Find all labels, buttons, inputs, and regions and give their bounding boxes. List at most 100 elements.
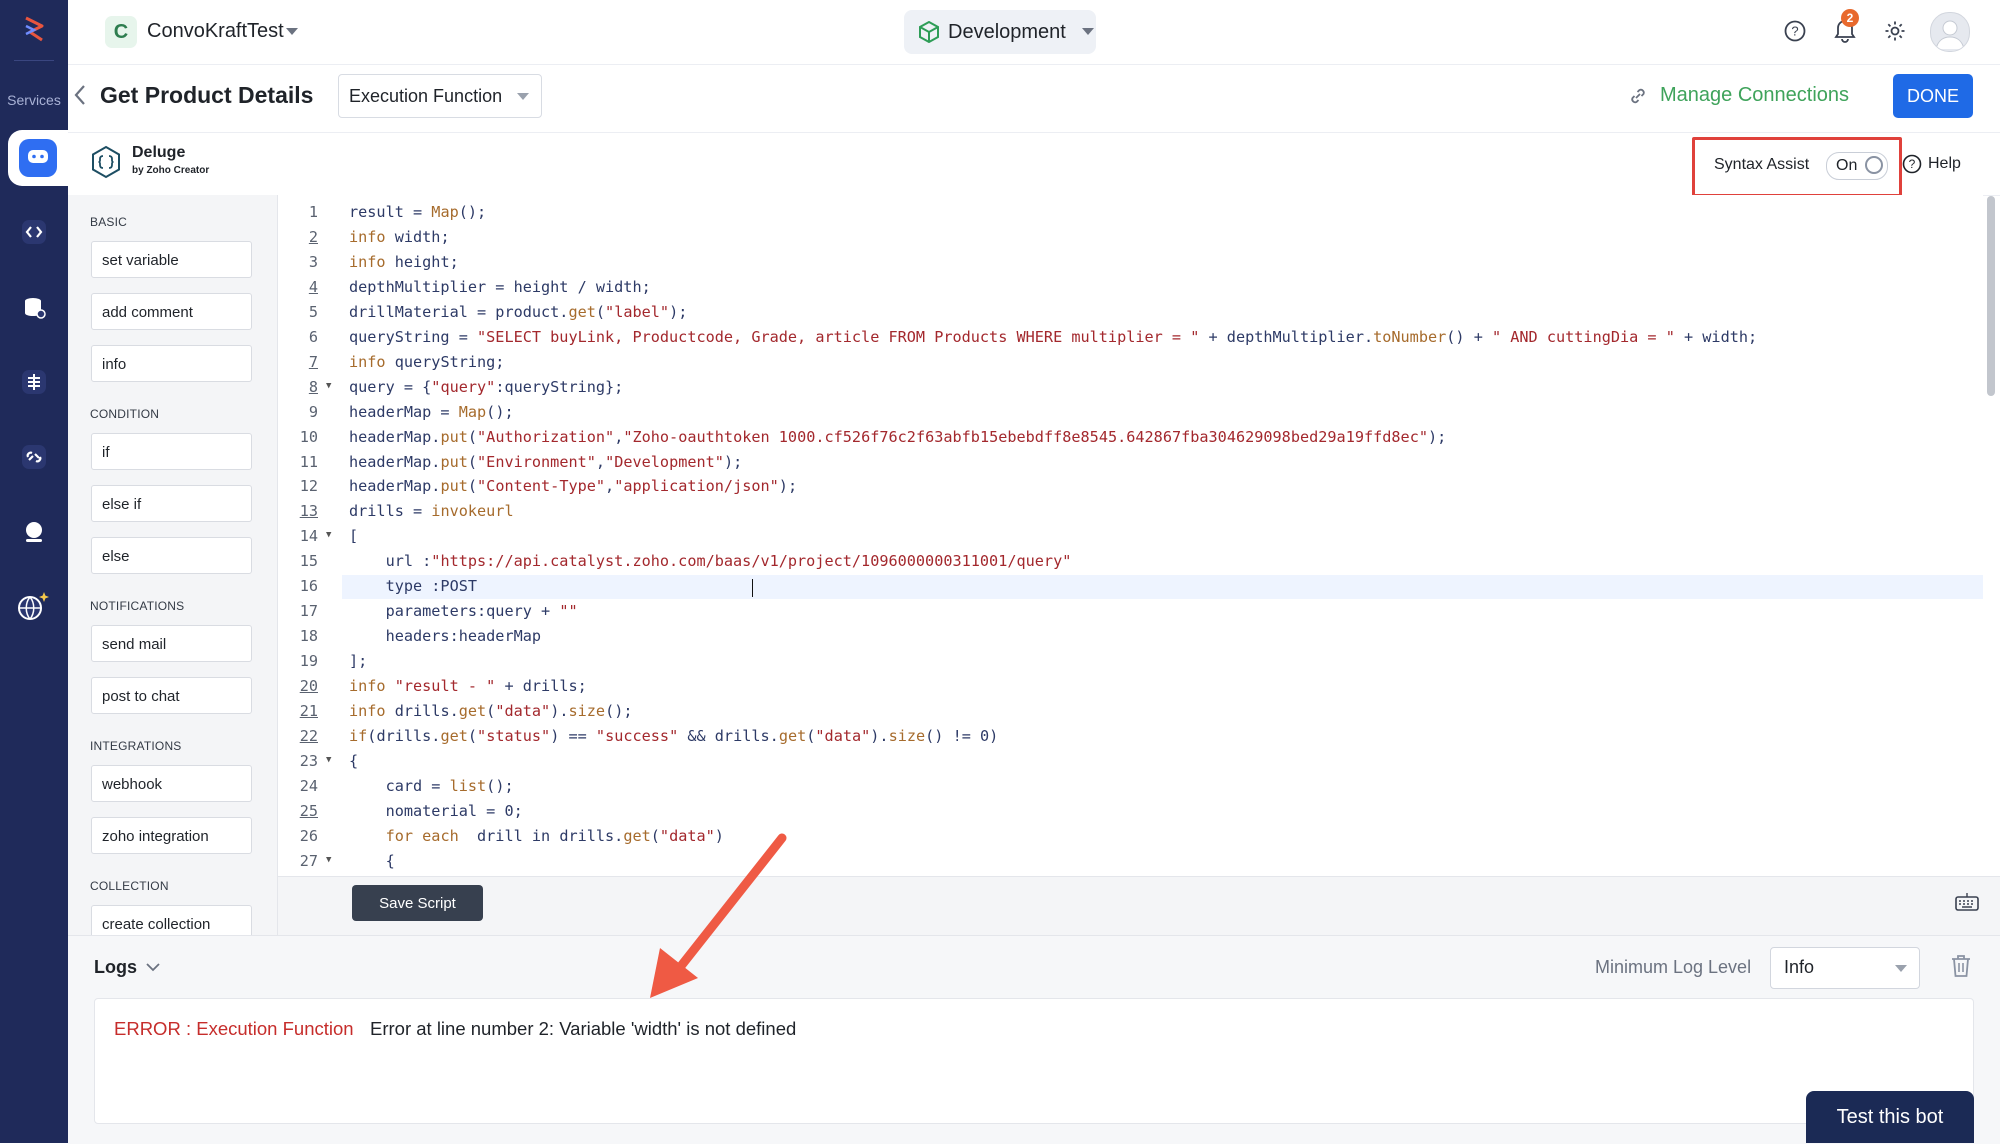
editor-language-sub: by Zoho Creator [132, 165, 210, 176]
code-line: card = list(); [349, 776, 514, 795]
help-circle-icon[interactable]: ? [1781, 17, 1809, 45]
rail-item-ai[interactable] [14, 362, 54, 402]
back-chevron-icon[interactable] [74, 84, 86, 106]
line-number: 13 [299, 502, 318, 521]
fold-toggle-icon[interactable]: ▼ [326, 855, 331, 865]
palette-item[interactable]: webhook [91, 765, 252, 802]
editor-language-name: Deluge [132, 144, 186, 161]
manage-connections-label: Manage Connections [1660, 84, 1850, 106]
link-icon [22, 445, 46, 469]
chevron-down-icon [1081, 28, 1094, 35]
code-line: { [349, 851, 395, 870]
palette-item[interactable]: if [91, 433, 252, 470]
bot-name[interactable]: ConvoKraftTest [147, 20, 284, 43]
gear-icon[interactable] [1881, 17, 1909, 45]
svg-text:?: ? [1791, 24, 1798, 39]
user-avatar[interactable] [1930, 12, 1970, 52]
code-line: headerMap.put("Content-Type","applicatio… [349, 477, 798, 496]
fold-toggle-icon[interactable]: ▼ [326, 755, 331, 765]
save-script-button[interactable]: Save Script [352, 885, 483, 921]
line-number: 24 [299, 776, 318, 795]
line-number: 7 [308, 352, 318, 371]
palette-item[interactable]: set variable [91, 241, 252, 278]
line-number: 4 [308, 277, 318, 296]
line-number: 18 [299, 627, 318, 646]
code-line: info queryString; [349, 352, 505, 371]
monitor-icon [26, 522, 42, 542]
palette-item[interactable]: else if [91, 485, 252, 522]
help-link[interactable]: ? Help [1902, 154, 1961, 174]
services-label: Services [7, 92, 61, 108]
environment-label: Development [948, 20, 1066, 43]
code-line: url :"https://api.catalyst.zoho.com/baas… [349, 552, 1072, 571]
fold-toggle-icon[interactable]: ▼ [326, 381, 331, 391]
line-number: 1 [308, 203, 318, 221]
code-line: type :POST [349, 577, 478, 596]
annotation-arrow-icon [650, 833, 787, 998]
code-line: if(drills.get("status") == "success" && … [349, 726, 999, 745]
editor-footer [278, 876, 2000, 935]
keyboard-icon[interactable] [1955, 892, 1979, 912]
function-type-dropdown[interactable]: Execution Function [338, 74, 542, 118]
line-number: 23 [299, 751, 318, 770]
line-number: 26 [299, 826, 318, 845]
code-line: { [349, 751, 359, 770]
help-circle-icon: ? [1902, 154, 1922, 174]
rail-item-analytics[interactable] [14, 512, 54, 552]
line-number: 9 [308, 402, 318, 421]
done-button[interactable]: DONE [1893, 74, 1973, 118]
line-number: 2 [308, 227, 318, 246]
test-this-bot-button[interactable]: Test this bot [1806, 1091, 1974, 1143]
code-line: info height; [349, 252, 459, 271]
globe-sparkle-icon [18, 592, 49, 620]
rail-item-data-store[interactable] [14, 288, 54, 328]
palette-item[interactable]: info [91, 345, 252, 382]
chevron-down-icon[interactable] [146, 962, 160, 972]
function-type-value: Execution Function [349, 86, 503, 106]
code-line: info width; [349, 227, 450, 246]
line-number: 5 [308, 302, 318, 321]
rail-item-integrations[interactable] [14, 437, 54, 477]
code-line: drillMaterial = product.get("label"); [349, 302, 688, 321]
log-output [94, 998, 1974, 1124]
line-number: 19 [299, 652, 318, 671]
line-number: 6 [308, 327, 318, 346]
environment-selector[interactable]: Development [904, 10, 1096, 54]
trash-icon[interactable] [1950, 954, 1972, 978]
bot-avatar[interactable]: C [105, 16, 137, 48]
palette-item[interactable]: post to chat [91, 677, 252, 714]
palette-item[interactable]: zoho integration [91, 817, 252, 854]
palette-section-title: NOTIFICATIONS [90, 599, 185, 613]
palette-section-title: COLLECTION [90, 879, 169, 893]
logs-title[interactable]: Logs [94, 957, 137, 978]
code-line: parameters:query + "" [349, 602, 578, 621]
rail-item-functions[interactable] [14, 212, 54, 252]
rail-item-global-ai[interactable] [14, 586, 54, 626]
left-rail: Services [0, 0, 68, 1143]
palette-item[interactable]: send mail [91, 625, 252, 662]
manage-connections-link[interactable]: Manage Connections [1628, 84, 1849, 107]
code-line: headerMap = Map(); [349, 402, 514, 421]
line-number: 14 [299, 527, 318, 546]
palette-item[interactable]: add comment [91, 293, 252, 330]
code-line: info drills.get("data").size(); [349, 702, 633, 720]
database-icon [25, 298, 46, 319]
chevron-down-icon[interactable] [286, 28, 298, 36]
log-level-value: Info [1784, 957, 1815, 977]
page-title: Get Product Details [100, 82, 314, 108]
log-error-label: ERROR : Execution Function [114, 1018, 354, 1039]
line-number: 22 [299, 726, 318, 745]
palette-section-title: CONDITION [90, 407, 160, 421]
code-line: depthMultiplier = height / width; [349, 277, 651, 296]
code-line: [ [349, 527, 359, 546]
log-error-message: Error at line number 2: Variable 'width'… [370, 1018, 797, 1039]
minimum-log-level-label: Minimum Log Level [1595, 957, 1752, 977]
help-label: Help [1928, 155, 1961, 172]
code-editor[interactable]: 1 result = Map(); 2 info width; 3 info height… [278, 195, 1983, 875]
fold-toggle-icon[interactable]: ▼ [326, 530, 331, 540]
rail-item-convokraft[interactable] [8, 130, 68, 186]
syntax-assist-toggle[interactable]: On [1826, 152, 1888, 180]
log-level-select[interactable]: Info [1770, 947, 1920, 989]
editor-scrollbar[interactable] [1987, 196, 1995, 396]
palette-item[interactable]: else [91, 537, 252, 574]
